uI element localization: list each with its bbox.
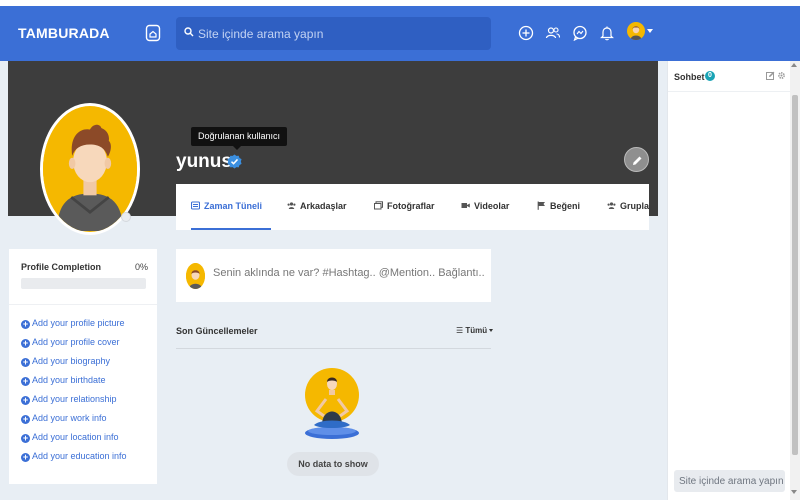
- notifications-bell-icon[interactable]: [599, 25, 615, 41]
- plus-circle-icon: +: [21, 357, 30, 367]
- page-scrollbar[interactable]: [790, 61, 800, 500]
- create-plus-icon[interactable]: [518, 25, 534, 41]
- verified-tooltip: Doğrulanan kullanıcı: [191, 127, 288, 150]
- tab-friends[interactable]: Arkadaşlar: [287, 184, 347, 230]
- completion-progress-bar: [21, 278, 146, 289]
- tab-timeline[interactable]: Zaman Tüneli: [190, 184, 271, 230]
- tab-photos[interactable]: Fotoğraflar: [374, 184, 435, 230]
- completion-item-label: Add your work info: [32, 413, 107, 423]
- chevron-down-icon: [489, 329, 494, 332]
- add-relationship-link[interactable]: + Add your relationship: [21, 394, 117, 406]
- site-search[interactable]: [176, 17, 491, 50]
- add-biography-link[interactable]: + Add your biography: [21, 356, 110, 368]
- user-avatar-menu[interactable]: [627, 22, 645, 40]
- divider: [176, 348, 491, 349]
- completion-item-label: Add your location info: [32, 432, 119, 442]
- tab-label: Videolar: [474, 201, 510, 211]
- verified-badge-icon[interactable]: [227, 154, 242, 169]
- video-icon: [461, 203, 470, 208]
- empty-state-illustration: [302, 363, 362, 443]
- search-input[interactable]: [198, 17, 483, 50]
- online-status-dot: [121, 212, 131, 222]
- add-profile-cover-link[interactable]: + Add your profile cover: [21, 337, 120, 349]
- photos-icon: [374, 201, 383, 210]
- profile-completion-card: Profile Completion 0% + Add your profile …: [9, 249, 157, 484]
- plus-circle-icon: +: [21, 376, 30, 386]
- completion-item-label: Add your profile cover: [32, 337, 120, 347]
- tab-label: Zaman Tüneli: [204, 201, 263, 211]
- tab-label: Fotoğraflar: [387, 201, 435, 211]
- completion-item-label: Add your profile picture: [32, 318, 125, 328]
- compose-edit-icon[interactable]: [766, 71, 775, 80]
- add-birthdate-link[interactable]: + Add your birthdate: [21, 375, 106, 387]
- completion-title: Profile Completion: [21, 262, 102, 272]
- scroll-down-arrow-icon[interactable]: [791, 490, 797, 494]
- completion-item-label: Add your education info: [32, 451, 127, 461]
- recent-filter-dropdown[interactable]: ☰ Tümü: [456, 326, 494, 335]
- plus-circle-icon: +: [21, 433, 30, 443]
- composer-input[interactable]: Senin aklında ne var? #Hashtag.. @Mentio…: [213, 267, 485, 279]
- home-icon[interactable]: [145, 24, 161, 42]
- plus-circle-icon: +: [21, 452, 30, 462]
- friend-requests-icon[interactable]: [545, 25, 561, 41]
- pencil-icon: [633, 156, 642, 165]
- scrollbar-thumb[interactable]: [792, 95, 798, 455]
- plus-circle-icon: +: [21, 395, 30, 405]
- flag-icon: [537, 201, 545, 210]
- profile-tabs: Zaman Tüneli Arkadaşlar Fotoğraflar Vide…: [176, 184, 649, 230]
- tab-videos[interactable]: Videolar: [461, 184, 509, 230]
- add-location-info-link[interactable]: + Add your location info: [21, 432, 119, 444]
- site-logo[interactable]: TAMBURADA: [18, 25, 110, 41]
- tab-groups[interactable]: Gruplar: [607, 184, 649, 230]
- profile-username: yunus: [176, 151, 232, 172]
- completion-item-label: Add your relationship: [32, 394, 117, 404]
- chat-header: Sohbet 0: [668, 61, 790, 92]
- scroll-up-arrow-icon[interactable]: [791, 63, 797, 67]
- top-navbar: TAMBURADA: [0, 6, 800, 61]
- chat-sidebar: Sohbet 0: [667, 61, 790, 500]
- edit-cover-button[interactable]: [624, 147, 649, 172]
- chat-search-input[interactable]: [674, 470, 785, 492]
- add-profile-picture-link[interactable]: + Add your profile picture: [21, 318, 125, 330]
- tab-label: Arkadaşlar: [300, 201, 347, 211]
- plus-circle-icon: +: [21, 414, 30, 424]
- composer-avatar: [186, 263, 205, 289]
- friends-icon: [287, 202, 296, 209]
- filter-label: Tümü: [465, 326, 488, 335]
- tab-label: Gruplar: [620, 201, 649, 211]
- messages-icon[interactable]: [572, 25, 588, 42]
- plus-circle-icon: +: [21, 319, 30, 329]
- plus-circle-icon: +: [21, 338, 30, 348]
- list-icon: ☰: [456, 326, 466, 335]
- chat-count-badge: 0: [705, 71, 715, 81]
- tab-likes[interactable]: Beğeni: [537, 184, 580, 230]
- completion-percent: 0%: [135, 262, 149, 272]
- add-work-info-link[interactable]: + Add your work info: [21, 413, 107, 425]
- post-composer[interactable]: Senin aklında ne var? #Hashtag.. @Mentio…: [176, 249, 491, 302]
- empty-state-badge: No data to show: [287, 452, 379, 476]
- divider: [9, 304, 157, 305]
- add-education-info-link[interactable]: + Add your education info: [21, 451, 127, 463]
- timeline-icon: [190, 201, 201, 210]
- completion-item-label: Add your biography: [32, 356, 111, 366]
- chevron-down-icon[interactable]: [647, 29, 653, 33]
- groups-icon: [607, 202, 616, 209]
- search-icon: [184, 27, 194, 37]
- completion-item-label: Add your birthdate: [32, 375, 106, 385]
- gear-icon[interactable]: [777, 71, 786, 80]
- chat-title: Sohbet: [674, 72, 705, 82]
- recent-updates-title: Son Güncellemeler: [176, 326, 258, 336]
- tab-label: Beğeni: [550, 201, 581, 211]
